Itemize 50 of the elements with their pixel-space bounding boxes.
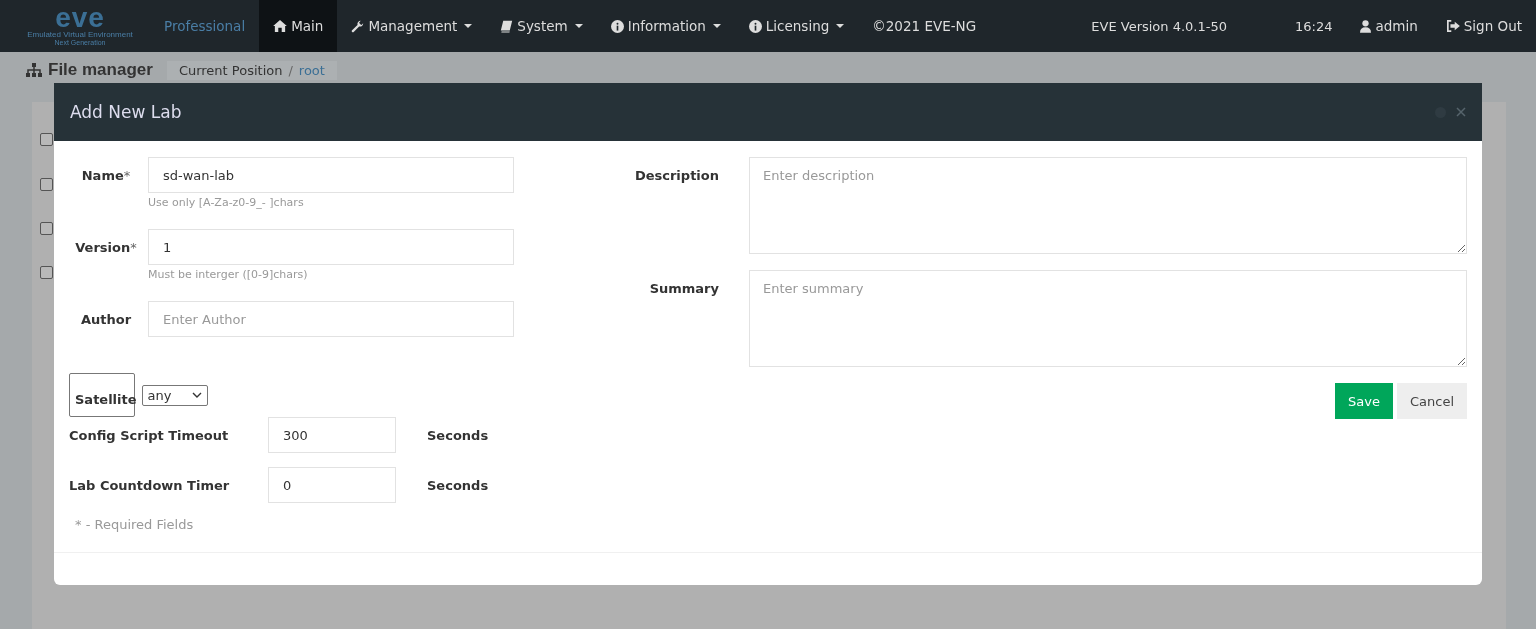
number-field[interactable]: 0 — [268, 467, 396, 503]
checkbox[interactable] — [40, 221, 53, 235]
text-field[interactable]: Enter Author — [148, 301, 514, 337]
home-icon — [273, 20, 288, 32]
textarea-field[interactable]: Enter summary — [749, 270, 1467, 367]
book-icon — [500, 19, 514, 33]
field-label: Author — [79, 311, 133, 329]
unit-label: Seconds — [427, 427, 489, 443]
version-text: EVE Version 4.0.1-50 — [1090, 17, 1228, 36]
text-field[interactable]: sd-wan-lab — [148, 157, 514, 193]
help-text: Use only [A-Za-z0-9_- ]chars — [148, 196, 305, 209]
info-icon — [610, 19, 624, 33]
nav-item[interactable]: System — [486, 0, 597, 52]
unit-label: Seconds — [427, 477, 489, 493]
sign-out-icon — [1445, 20, 1460, 32]
field-label: Version* — [74, 239, 138, 257]
nav-item[interactable]: ©2021 EVE-NG — [858, 0, 991, 52]
breadcrumb-label: Current Position — [178, 62, 283, 78]
checkbox[interactable] — [40, 132, 53, 146]
select-field[interactable]: any — [141, 384, 208, 406]
info-icon — [748, 19, 762, 33]
field-label: Config Script Timeout — [69, 427, 230, 443]
close-icon[interactable] — [1456, 107, 1466, 117]
field-label: Name* — [80, 167, 132, 185]
checkbox[interactable] — [40, 177, 53, 191]
nav-item[interactable]: Licensing — [734, 0, 859, 52]
checkbox[interactable] — [40, 265, 53, 279]
dialog-title: Add New Lab — [70, 102, 183, 122]
sitemap-icon — [26, 63, 42, 77]
field-label: Description — [633, 167, 719, 185]
field-label: Lab Countdown Timer — [69, 477, 231, 493]
sign-out-link[interactable]: Sign Out — [1431, 0, 1536, 52]
number-field[interactable]: 300 — [268, 417, 396, 453]
text-field[interactable]: 1 — [148, 229, 514, 265]
user-icon — [1360, 19, 1372, 33]
chevron-icon — [191, 392, 202, 398]
required-note: * - Required Fields — [74, 517, 195, 532]
cancel-button[interactable]: Cancel — [1396, 383, 1467, 419]
page-title: File manager — [48, 60, 153, 80]
user-menu[interactable]: admin — [1346, 0, 1432, 52]
nav-item[interactable]: Main — [259, 0, 338, 52]
textarea-field[interactable]: Enter description — [749, 157, 1467, 254]
nav-item[interactable]: Management — [337, 0, 487, 52]
clock-time: 16:24 — [1294, 17, 1334, 36]
breadcrumb-separator: / — [288, 62, 293, 78]
nav-item[interactable]: Professional — [150, 0, 260, 52]
nav-item[interactable]: Information — [596, 0, 735, 52]
help-text: Must be interger ([0-9]chars) — [148, 268, 309, 281]
wrench-icon — [351, 19, 365, 33]
field-label: Summary — [648, 280, 719, 298]
